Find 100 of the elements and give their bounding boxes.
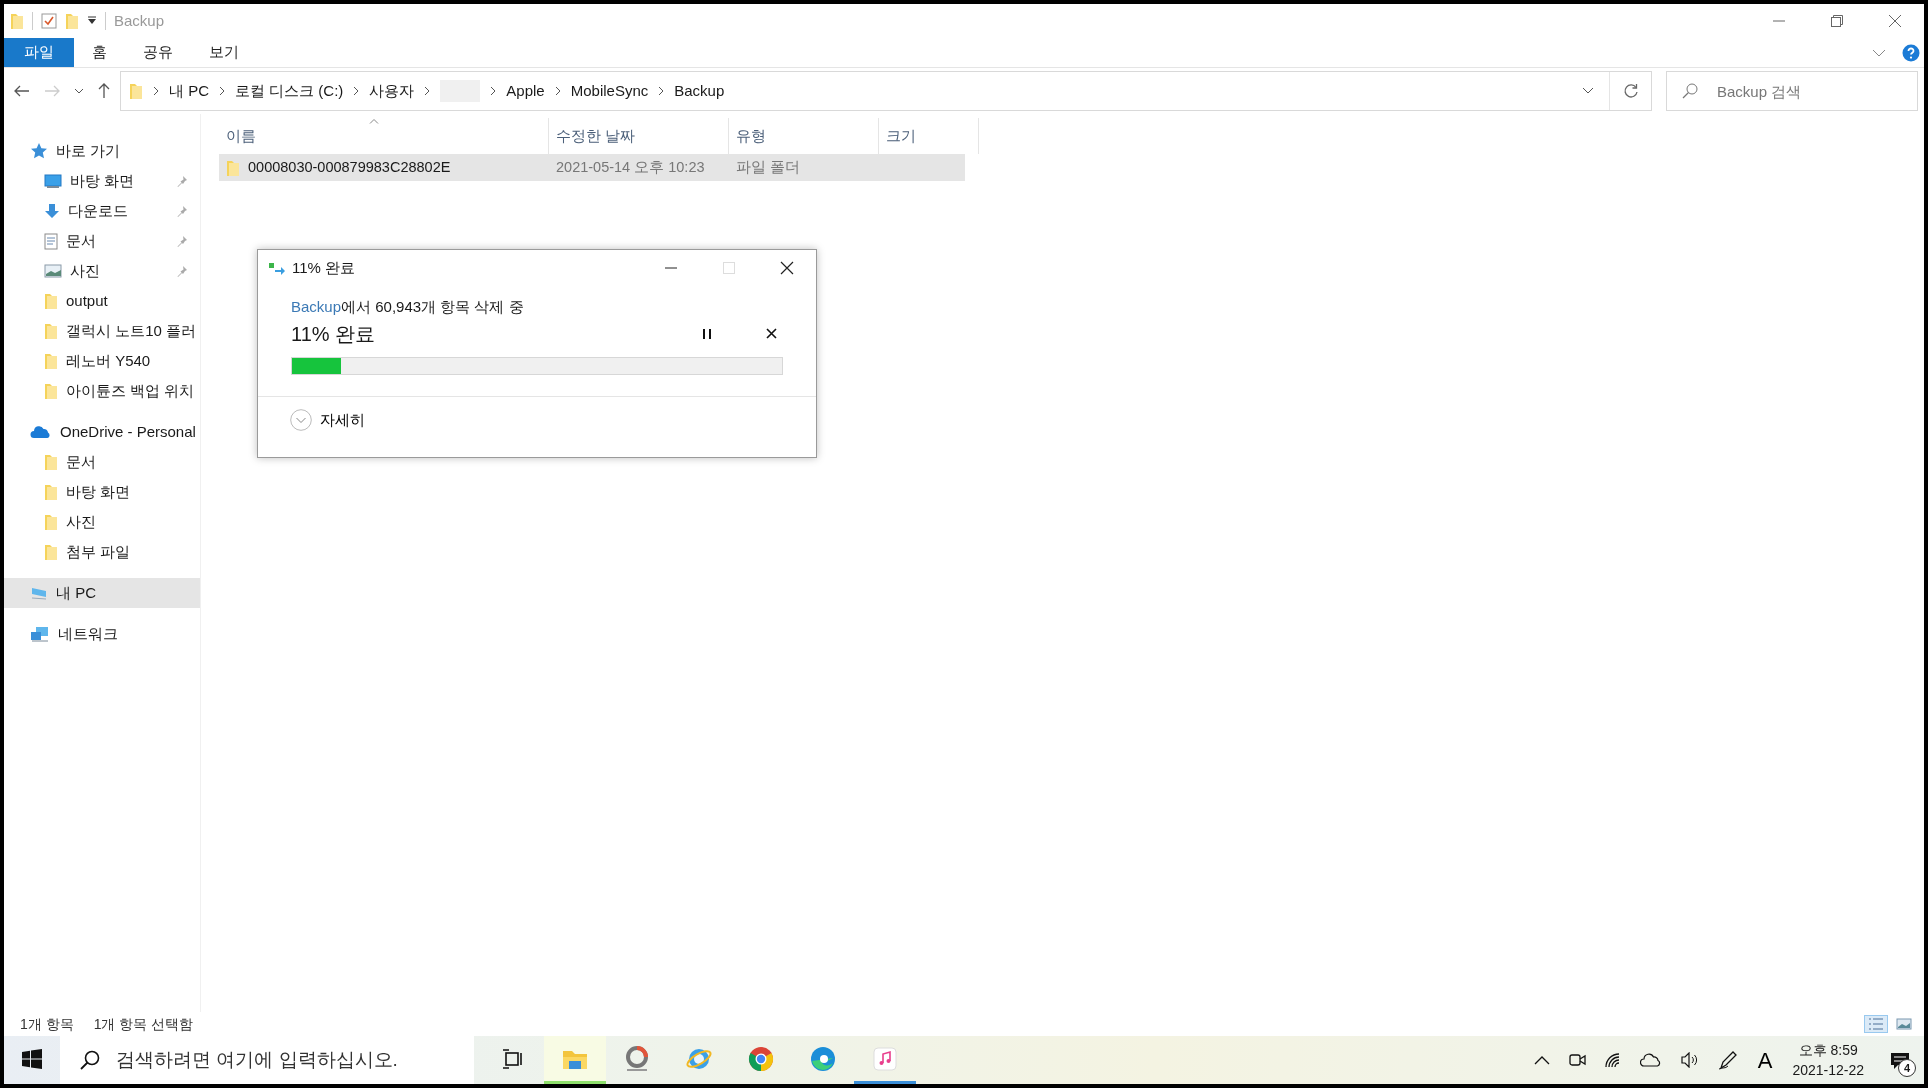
status-message: Backup에서 60,943개 항목 삭제 중 (291, 297, 525, 317)
pause-icon (702, 327, 712, 340)
computer-icon (30, 586, 48, 600)
folder-icon (44, 513, 58, 531)
maximize-icon (723, 262, 735, 274)
folder-icon (44, 322, 58, 340)
progress-heading: 11% 완료 (291, 321, 376, 347)
folder-icon (44, 382, 58, 400)
restore-icon (1831, 15, 1843, 27)
chevron-right-icon (153, 86, 159, 96)
sidebar-item[interactable]: 바로 가기 (4, 136, 200, 166)
close-icon (766, 328, 777, 339)
sidebar-item[interactable]: 문서 (4, 447, 200, 477)
network-icon (30, 626, 50, 642)
ribbon-tab[interactable]: 보기 (191, 38, 257, 67)
forward-arrow-icon (44, 85, 60, 97)
sidebar-item[interactable]: 다운로드 (4, 196, 200, 226)
input-mode-indicator[interactable]: A (1755, 1041, 1775, 1079)
cloud-icon[interactable] (1639, 1053, 1662, 1067)
wheel-icon (747, 1044, 775, 1073)
breadcrumb[interactable]: 사용자 (369, 79, 415, 103)
chevron-right-icon (353, 86, 360, 96)
pin-icon (176, 205, 188, 217)
dropdown-icon[interactable] (87, 16, 97, 26)
folder-icon (129, 82, 143, 100)
folder-icon (65, 12, 79, 30)
pin-icon (176, 265, 188, 277)
details-view-icon (1868, 1017, 1884, 1031)
notification-count: 4 (1898, 1059, 1916, 1078)
chevron-down-icon (74, 87, 84, 95)
sidebar-item[interactable]: 레노버 Y540 (4, 346, 200, 376)
sidebar-item[interactable]: 사진 (4, 507, 200, 537)
help-icon[interactable] (1902, 43, 1920, 62)
chevron-right-icon (658, 86, 665, 96)
dialog-title: 11% 완료 (292, 257, 356, 278)
folder-icon (226, 158, 240, 177)
breadcrumb[interactable]: MobileSync (570, 79, 649, 103)
sidebar-item[interactable]: 내 PC (4, 578, 200, 608)
chevron-right-icon (490, 86, 497, 96)
breadcrumb[interactable]: Backup (674, 79, 725, 103)
folder-icon (44, 483, 58, 501)
ring-icon (623, 1044, 651, 1073)
pin-icon (176, 175, 188, 187)
ribbon-tab[interactable]: 공유 (125, 38, 191, 67)
sidebar-item[interactable]: 바탕 화면 (4, 166, 200, 196)
refresh-icon (1622, 83, 1639, 99)
thumbnail-view-icon (1896, 1017, 1912, 1031)
checkmark-icon[interactable] (41, 13, 57, 29)
download-arrow-icon (44, 203, 60, 219)
windows-logo-icon (22, 1048, 42, 1069)
pen-icon[interactable] (1717, 1050, 1738, 1070)
modified-date: 2021-05-14 오후 10:23 (556, 157, 705, 177)
chevron-up-icon[interactable] (1533, 1055, 1550, 1065)
breadcrumb[interactable]: 내 PC (169, 79, 209, 103)
breadcrumb[interactable]: Apple (506, 79, 545, 103)
back-arrow-icon (14, 85, 30, 97)
sidebar-item[interactable]: 사진 (4, 256, 200, 286)
address-field[interactable]: 내 PC 로컬 디스크 (C:) 사용자 Apple MobileSync Backup (120, 71, 1652, 111)
document-icon (44, 232, 58, 250)
details-button[interactable]: 자세히 (288, 406, 367, 433)
transfer-icon (268, 261, 286, 275)
chevron-down-icon (1582, 87, 1594, 95)
sidebar-item[interactable]: 아이튠즈 백업 위치 (4, 376, 200, 406)
taskbar-search-field[interactable]: 검색하려면 여기에 입력하십시오. (60, 1036, 474, 1084)
wifi-icon[interactable] (1603, 1052, 1622, 1068)
folder-icon (44, 352, 58, 370)
cancel-button[interactable] (764, 326, 779, 341)
cloud-icon (30, 425, 52, 439)
sidebar-item[interactable]: 바탕 화면 (4, 477, 200, 507)
task-view-icon (502, 1048, 524, 1069)
source-link[interactable]: Backup (291, 298, 342, 315)
close-icon (1889, 15, 1901, 27)
file-row[interactable]: 00008030-000879983C28802E 2021-05-14 오후 10:23 파일 폴더 (219, 154, 965, 181)
ribbon-tab[interactable]: 파일 (4, 38, 74, 67)
sidebar-item[interactable]: output (4, 286, 200, 316)
chevron-right-icon (219, 86, 225, 96)
pin-icon (176, 235, 188, 247)
sidebar-item[interactable]: 네트워크 (4, 619, 200, 649)
swirl-icon (809, 1044, 837, 1073)
desktop-icon (44, 174, 62, 188)
sidebar-item[interactable]: 문서 (4, 226, 200, 256)
chevron-circle-icon (290, 408, 312, 431)
camera-icon[interactable] (1567, 1052, 1586, 1068)
close-icon (780, 261, 794, 275)
chevron-right-icon (424, 86, 431, 96)
breadcrumb[interactable]: 로컬 디스크 (C:) (235, 79, 344, 103)
status-text: 1개 항목 (20, 1014, 74, 1034)
sidebar-item[interactable]: 첨부 파일 (4, 537, 200, 567)
up-arrow-icon (98, 83, 110, 99)
ribbon-tab[interactable]: 홈 (74, 38, 125, 67)
music-note-icon (873, 1046, 897, 1071)
file-name: 00008030-000879983C28802E (248, 157, 451, 177)
folder-icon (44, 453, 58, 471)
sidebar-item[interactable]: 갤럭시 노트10 플러 (4, 316, 200, 346)
chevron-down-icon[interactable] (1872, 47, 1886, 58)
folder-icon (44, 292, 58, 310)
speaker-icon[interactable] (1679, 1052, 1700, 1068)
search-field[interactable]: Backup 검색 (1666, 71, 1918, 111)
sidebar-item[interactable]: OneDrive - Personal (4, 417, 200, 447)
file-type: 파일 폴더 (736, 157, 801, 177)
